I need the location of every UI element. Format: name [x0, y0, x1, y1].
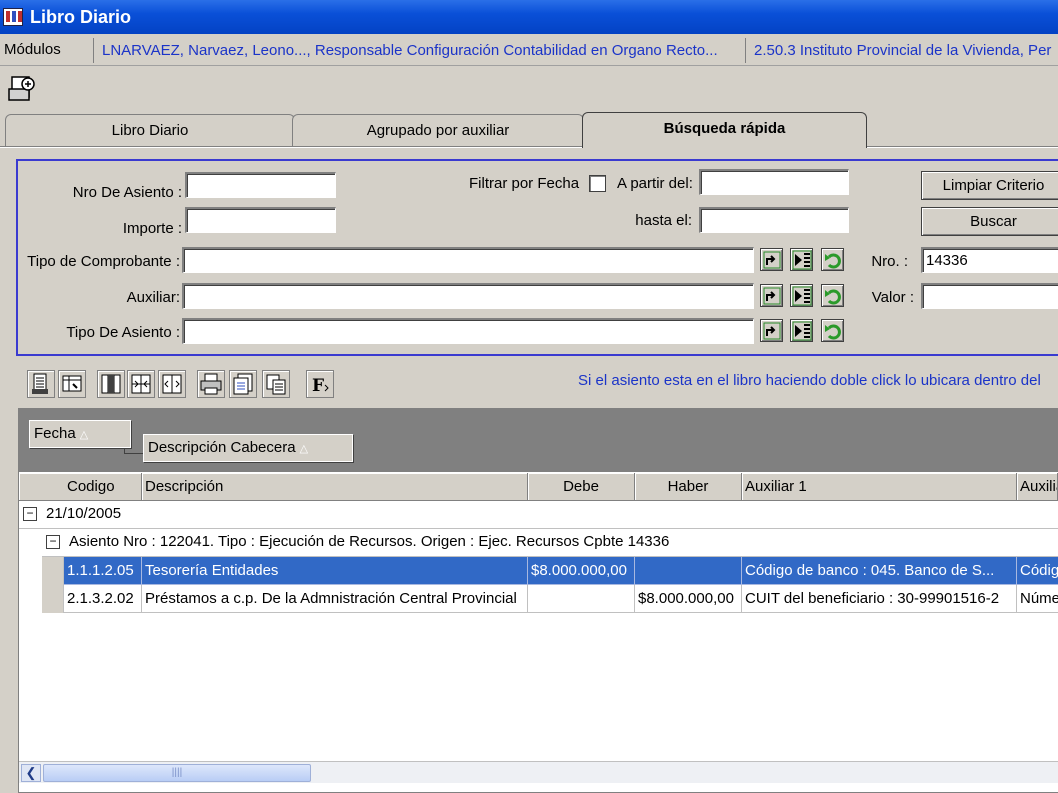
cell-descripcion[interactable]: Préstamos a c.p. De la Admnistración Cen… [142, 585, 528, 613]
auxiliar-select-icon[interactable] [760, 284, 783, 307]
cell-auxiliar-1[interactable]: CUIT del beneficiario : 30-99901516-2 [742, 585, 1017, 613]
tipo-asiento-input[interactable] [182, 318, 754, 344]
printer-icon[interactable] [197, 370, 225, 398]
cell-haber[interactable]: $8.000.000,00 [635, 585, 742, 613]
scroll-left-icon[interactable]: ❮ [21, 764, 41, 782]
app-icon [3, 8, 23, 26]
title-bar: Libro Diario [0, 0, 1058, 34]
tipo-comprobante-input[interactable] [182, 247, 754, 273]
columns-icon[interactable] [97, 370, 125, 398]
cell-debe[interactable]: $8.000.000,00 [528, 557, 635, 585]
tipo-asiento-undo-icon[interactable] [821, 319, 844, 342]
auxiliar-list-icon[interactable] [790, 284, 813, 307]
buscar-button[interactable]: Buscar [921, 207, 1058, 236]
user-info: LNARVAEZ, Narvaez, Leono..., Responsable… [93, 38, 745, 63]
group-connector [124, 448, 144, 454]
nro-asiento-input[interactable] [185, 172, 336, 198]
cell-descripcion[interactable]: Tesorería Entidades [142, 557, 528, 585]
tab-busqueda-rapida[interactable]: Búsqueda rápida [582, 112, 867, 148]
export-icon[interactable] [58, 370, 86, 398]
scroll-thumb[interactable]: |||| [43, 764, 311, 782]
col-header-auxiliar-1[interactable]: Auxiliar 1 [742, 473, 1017, 501]
cell-haber[interactable] [635, 557, 742, 585]
col-header-descripcion[interactable]: Descripción [142, 473, 528, 501]
hasta-label: hasta el: [635, 212, 692, 229]
tipo-comprobante-list-icon[interactable] [790, 248, 813, 271]
a-partir-label: A partir del: [617, 175, 693, 192]
sort-up-icon: △ [299, 443, 309, 455]
filtrar-fecha-checkbox[interactable] [589, 175, 606, 192]
svg-text:F: F [312, 376, 324, 396]
formula-icon[interactable]: F [306, 370, 334, 398]
date-group-label: 21/10/2005 [46, 505, 122, 522]
auxiliar-input[interactable] [182, 283, 754, 309]
tipo-comprobante-select-icon[interactable] [760, 248, 783, 271]
tab-divider [0, 146, 1058, 148]
nro-input[interactable] [921, 247, 1058, 273]
expand-columns-icon[interactable] [127, 370, 155, 398]
tipo-comprobante-undo-icon[interactable] [821, 248, 844, 271]
a-partir-input[interactable] [699, 169, 849, 195]
indent-band [42, 557, 64, 613]
tab-agrupado-por-auxiliar[interactable]: Agrupado por auxiliar [292, 114, 584, 146]
entity-info: 2.50.3 Instituto Provincial de la Vivien… [745, 38, 1058, 63]
tipo-asiento-label: Tipo De Asiento : [66, 324, 180, 341]
info-bar: Módulos LNARVAEZ, Narvaez, Leono..., Res… [0, 36, 1058, 66]
hint-text: Si el asiento esta en el libro haciendo … [578, 372, 1041, 389]
group-fecha-button[interactable]: Fecha △ [29, 420, 131, 448]
cell-codigo[interactable]: 2.1.3.2.02 [64, 585, 142, 613]
collapse-date-group-icon[interactable]: − [23, 507, 37, 521]
group-descripcion-label: Descripción Cabecera [148, 439, 296, 456]
sort-up-icon: △ [79, 429, 89, 441]
copy-icon[interactable] [262, 370, 290, 398]
cell-codigo[interactable]: 1.1.1.2.05 [64, 557, 142, 585]
hasta-input[interactable] [699, 207, 849, 233]
importe-input[interactable] [185, 207, 336, 233]
cell-auxiliar-1[interactable]: Código de banco : 045. Banco de S... [742, 557, 1017, 585]
limpiar-criterio-button[interactable]: Limpiar Criterio [921, 171, 1058, 200]
tipo-asiento-select-icon[interactable] [760, 319, 783, 342]
col-header-debe[interactable]: Debe [528, 473, 635, 501]
collapse-columns-icon[interactable] [158, 370, 186, 398]
cell-auxiliar-2[interactable]: Núme [1017, 585, 1058, 613]
print-preview-icon[interactable] [6, 74, 38, 106]
group-fecha-label: Fecha [34, 425, 76, 442]
valor-input[interactable] [921, 283, 1058, 309]
cell-auxiliar-2[interactable]: Códig [1017, 557, 1058, 585]
cell-debe[interactable] [528, 585, 635, 613]
col-header-codigo[interactable]: Codigo [19, 473, 142, 501]
auxiliar-undo-icon[interactable] [821, 284, 844, 307]
print-report-icon[interactable] [27, 370, 55, 398]
asiento-group-label: Asiento Nro : 122041. Tipo : Ejecución d… [69, 533, 670, 550]
importe-label: Importe : [122, 220, 182, 237]
tab-libro-diario[interactable]: Libro Diario [5, 114, 295, 146]
modulos-label[interactable]: Módulos [4, 41, 61, 58]
filtrar-fecha-label: Filtrar por Fecha [469, 175, 580, 192]
nro-label: Nro. : [871, 253, 908, 270]
preview-icon[interactable] [229, 370, 257, 398]
tipo-comprobante-label: Tipo de Comprobante : [27, 253, 180, 270]
valor-label: Valor : [871, 289, 914, 306]
tipo-asiento-list-icon[interactable] [790, 319, 813, 342]
collapse-asiento-group-icon[interactable]: − [46, 535, 60, 549]
auxiliar-label: Auxiliar: [126, 289, 180, 306]
window-title: Libro Diario [30, 7, 132, 27]
col-header-haber[interactable]: Haber [635, 473, 742, 501]
nro-asiento-label: Nro De Asiento : [72, 184, 182, 201]
col-header-auxiliar-2[interactable]: Auxilia [1017, 473, 1058, 501]
horizontal-scrollbar[interactable]: ❮ |||| [19, 761, 1058, 783]
group-descripcion-cabecera-button[interactable]: Descripción Cabecera △ [143, 434, 353, 462]
